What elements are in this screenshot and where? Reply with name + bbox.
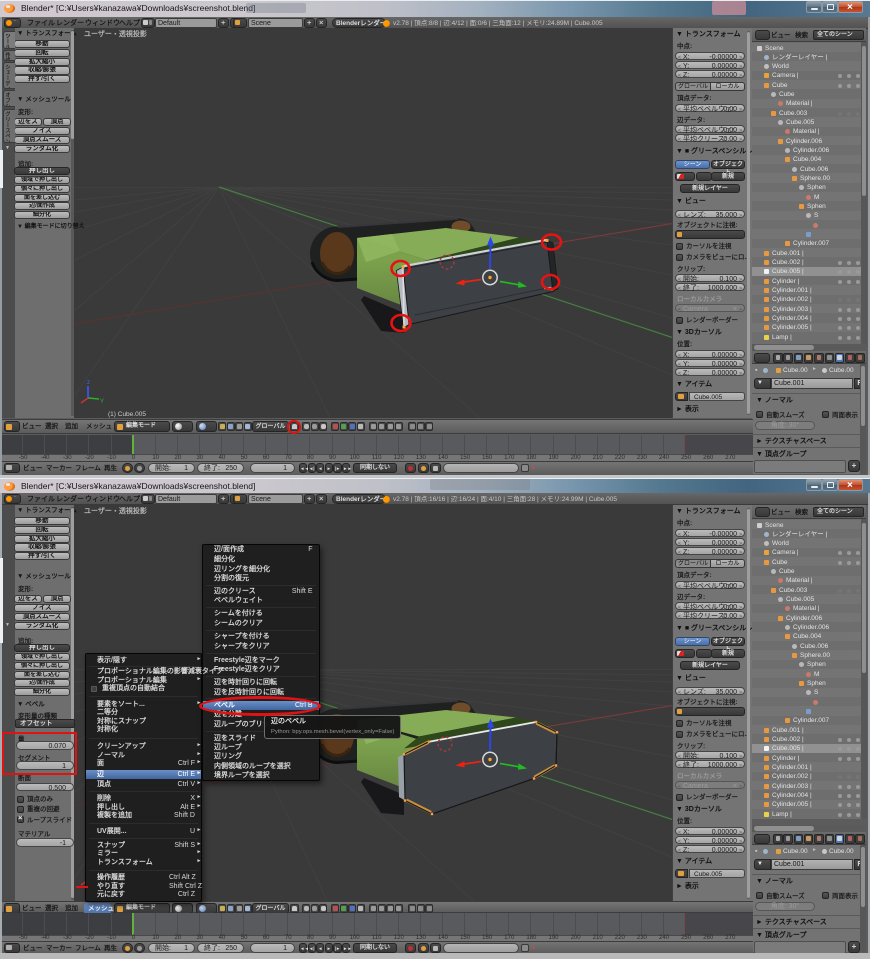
svg-text:Y: Y <box>100 399 104 405</box>
svg-text:z: z <box>87 380 90 386</box>
